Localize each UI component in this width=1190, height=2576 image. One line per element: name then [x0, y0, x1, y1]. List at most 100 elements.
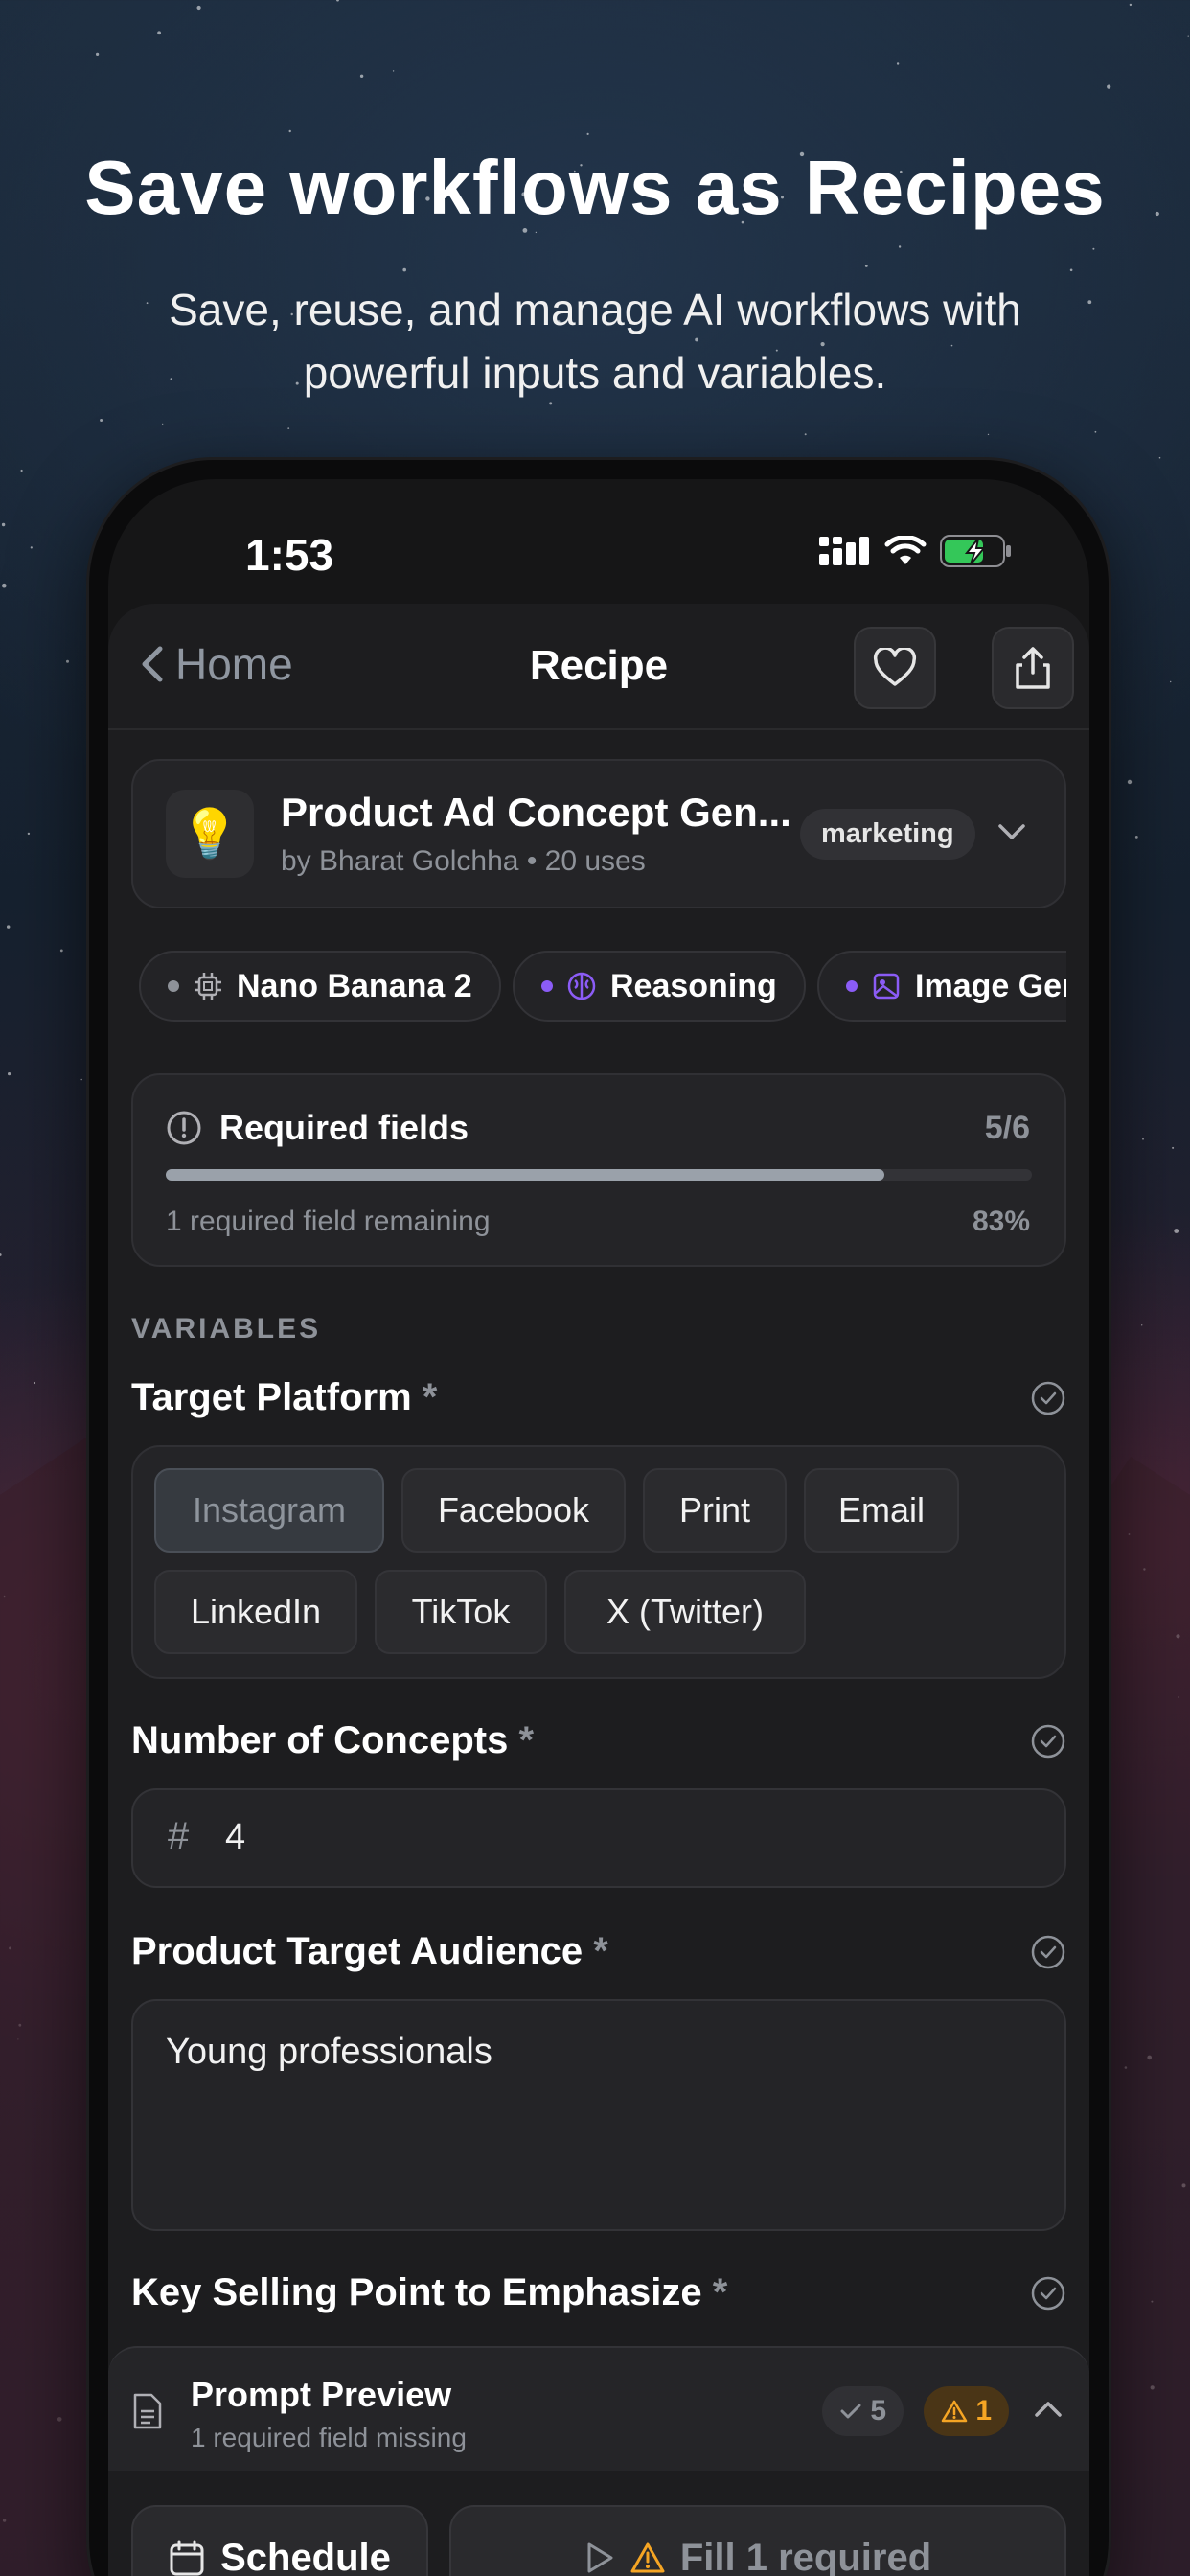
option-tiktok[interactable]: TikTok — [375, 1570, 547, 1654]
star — [586, 132, 589, 135]
share-button[interactable] — [992, 627, 1074, 709]
star — [66, 659, 69, 663]
schedule-button[interactable]: Schedule — [131, 2505, 428, 2576]
status-dot — [541, 980, 553, 992]
star — [196, 5, 201, 11]
star — [157, 31, 162, 35]
check-circle-icon — [1031, 1724, 1065, 1759]
option-facebook[interactable]: Facebook — [401, 1468, 626, 1552]
warning-count-badge: 1 — [924, 2386, 1009, 2436]
star — [57, 2417, 62, 2422]
star — [1107, 84, 1111, 89]
phone-screen: 1:53 Home Recipe 💡 Product Ad Concept Ge… — [108, 479, 1089, 2576]
star — [30, 546, 33, 549]
label-text: Product Target Audience — [131, 1930, 584, 1972]
hash-icon: # — [168, 1815, 190, 1857]
field-label-audience: Product Target Audience * — [131, 1930, 608, 1973]
star — [162, 423, 164, 425]
star — [9, 1946, 11, 1950]
chip-label: Reasoning — [610, 967, 777, 1004]
required-fields-card: Required fields 5/6 1 required field rem… — [131, 1073, 1066, 1267]
star — [1174, 1229, 1179, 1233]
run-label: Fill 1 required — [679, 2536, 932, 2576]
star — [1128, 1533, 1131, 1535]
concepts-value: 4 — [225, 1817, 246, 1857]
warning-icon — [630, 2542, 665, 2573]
favorite-button[interactable] — [854, 627, 936, 709]
status-bar: 1:53 — [108, 479, 1089, 604]
star — [402, 267, 407, 272]
status-time: 1:53 — [245, 530, 334, 580]
star — [1092, 247, 1095, 250]
star — [1, 522, 6, 527]
chip-label: Image Ger — [915, 967, 1066, 1004]
star — [1124, 2066, 1128, 2069]
option-linkedin[interactable]: LinkedIn — [154, 1570, 357, 1654]
check-icon — [840, 2404, 861, 2419]
chip-model[interactable]: Nano Banana 2 — [139, 951, 501, 1022]
star — [1151, 2300, 1154, 2303]
warning-icon — [942, 2400, 968, 2423]
option-email[interactable]: Email — [804, 1468, 959, 1552]
star — [1147, 2055, 1152, 2060]
option-instagram[interactable]: Instagram — [154, 1468, 384, 1552]
star — [18, 2023, 22, 2027]
status-dot — [846, 980, 858, 992]
chip-image-gen[interactable]: Image Ger — [817, 951, 1066, 1022]
required-star: * — [518, 1719, 535, 1761]
brain-icon — [567, 972, 596, 1000]
star — [359, 74, 364, 79]
star — [80, 1078, 82, 1081]
star — [1172, 1146, 1175, 1149]
schedule-label: Schedule — [220, 2536, 391, 2576]
star — [1178, 1696, 1180, 1698]
option-x-twitter[interactable]: X (Twitter) — [564, 1570, 806, 1654]
required-star: * — [712, 2271, 728, 2313]
star — [20, 469, 23, 472]
field-label-selling: Key Selling Point to Emphasize * — [131, 2271, 727, 2314]
field-label-platform: Target Platform * — [131, 1376, 437, 1419]
label-text: Key Selling Point to Emphasize — [131, 2271, 702, 2313]
star — [864, 264, 868, 267]
star — [1127, 779, 1133, 785]
concepts-input[interactable]: # 4 — [131, 1788, 1066, 1888]
warning-count: 1 — [975, 2395, 992, 2426]
headline: Save workflows as Recipes — [84, 145, 1106, 230]
run-button[interactable]: Fill 1 required — [449, 2505, 1066, 2576]
star — [1142, 1138, 1144, 1140]
star — [0, 1254, 2, 1256]
star — [2, 583, 7, 588]
wifi-icon — [884, 536, 927, 564]
star — [100, 419, 103, 422]
prompt-preview-bar[interactable]: Prompt Preview 1 required field missing … — [108, 2346, 1089, 2471]
required-count: 5/6 — [984, 1110, 1030, 1146]
label-text: Number of Concepts — [131, 1719, 509, 1761]
progress-fill — [166, 1169, 885, 1181]
share-icon — [1016, 647, 1050, 689]
chevron-down-icon[interactable] — [997, 822, 1026, 841]
progress-track — [166, 1169, 1032, 1181]
page-title: Recipe — [529, 642, 669, 689]
chevron-up-icon[interactable] — [1034, 2400, 1063, 2419]
signal-icon — [819, 537, 869, 565]
chip-icon — [195, 973, 221, 1000]
required-remaining: 1 required field remaining — [166, 1206, 491, 1237]
recipe-header-card[interactable]: 💡 Product Ad Concept Gen... by Bharat Go… — [131, 759, 1066, 908]
option-print[interactable]: Print — [643, 1468, 787, 1552]
star — [1087, 300, 1092, 305]
required-percent: 83% — [972, 1206, 1030, 1237]
star — [804, 433, 807, 436]
audience-textarea[interactable]: Young professionals — [131, 1999, 1066, 2231]
star — [1141, 1324, 1143, 1326]
star — [27, 832, 31, 836]
calendar-icon — [170, 2540, 204, 2576]
preview-title: Prompt Preview — [191, 2375, 452, 2414]
star — [1176, 1634, 1180, 1639]
star — [59, 949, 63, 953]
chip-reasoning[interactable]: Reasoning — [513, 951, 806, 1022]
chip-label: Nano Banana 2 — [237, 967, 472, 1004]
star — [896, 62, 900, 65]
model-chips-row: Nano Banana 2 Reasoning Image Ger — [139, 951, 1066, 1024]
star — [287, 427, 290, 429]
star — [1069, 268, 1073, 272]
